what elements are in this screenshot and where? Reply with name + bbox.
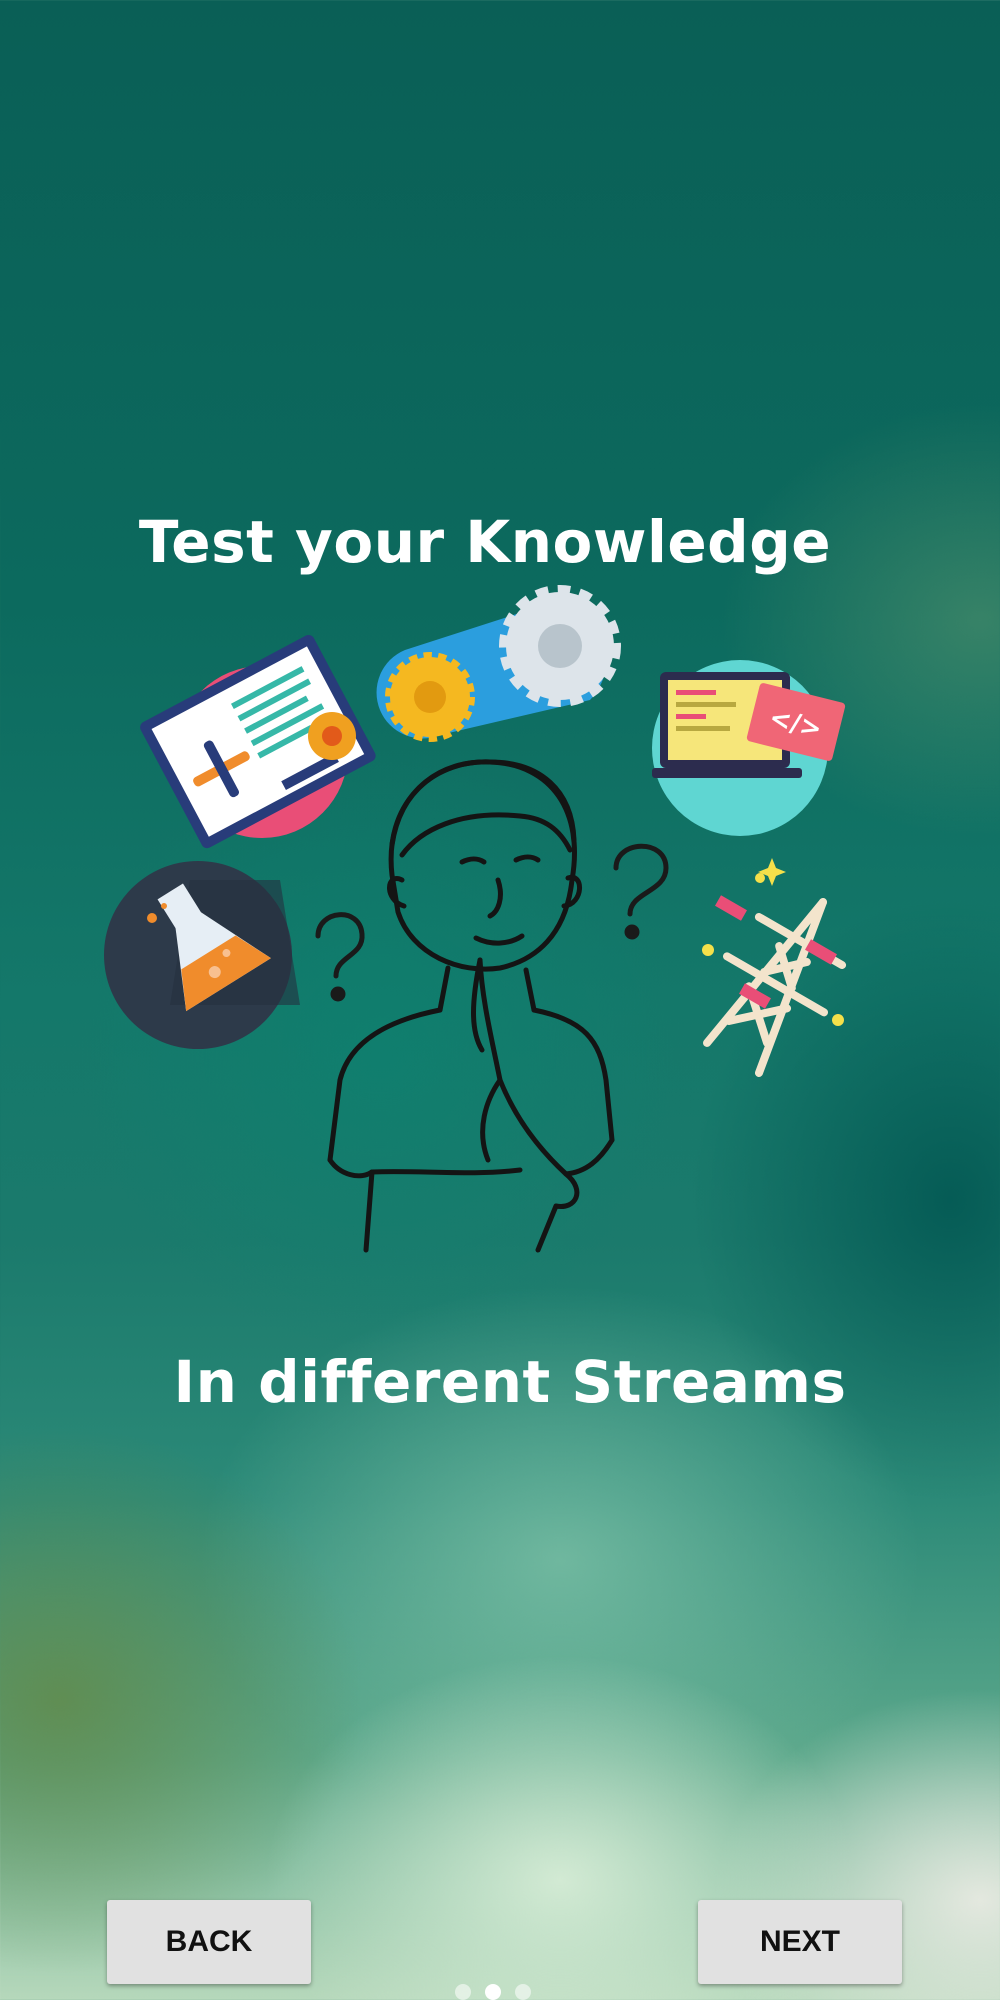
gears-icon [376,585,621,742]
code-laptop-icon: </> [652,660,846,836]
transmission-tower-icon [702,858,847,1077]
back-button[interactable]: BACK [107,1900,311,1984]
onboarding-illustration: </> [104,585,847,1253]
thinking-person [327,759,615,1253]
page-dot-3[interactable] [515,1984,531,2000]
science-flask-icon [104,861,300,1049]
next-button[interactable]: NEXT [698,1900,902,1984]
page-indicator [455,1984,535,2000]
onboarding-subtitle: In different Streams [173,1348,847,1416]
page-dot-2[interactable] [485,1984,501,2000]
clipboard-tools-icon [140,634,376,849]
page-dot-1[interactable] [455,1984,471,2000]
question-mark-icon [315,843,669,1002]
